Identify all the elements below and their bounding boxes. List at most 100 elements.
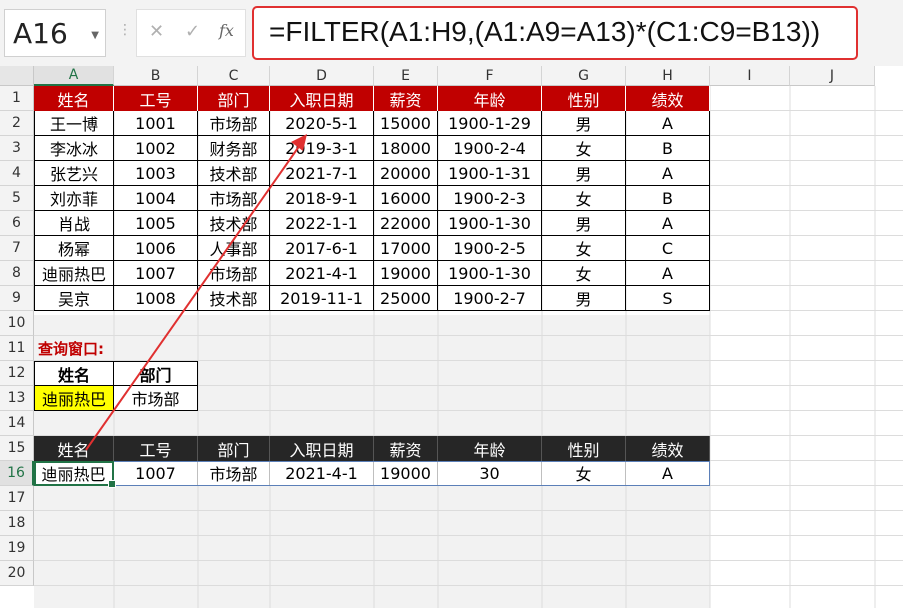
result-header-cell[interactable]: 年龄 — [438, 436, 542, 461]
table-cell[interactable]: 1007 — [114, 261, 198, 286]
column-header-d[interactable]: D — [270, 66, 374, 86]
table-header-cell[interactable]: 性别 — [542, 86, 626, 111]
table-header-cell[interactable]: 年龄 — [438, 86, 542, 111]
query-window-title[interactable]: 查询窗口: — [34, 336, 194, 361]
table-cell[interactable]: 女 — [542, 261, 626, 286]
result-cell[interactable]: 19000 — [374, 461, 438, 486]
table-header-cell[interactable]: 绩效 — [626, 86, 710, 111]
row-header-9[interactable]: 9 — [0, 286, 34, 311]
table-cell[interactable]: 男 — [542, 286, 626, 311]
table-cell[interactable]: 2021-7-1 — [270, 161, 374, 186]
table-cell[interactable]: 刘亦菲 — [34, 186, 114, 211]
table-cell[interactable]: 1900-2-7 — [438, 286, 542, 311]
table-cell[interactable]: 18000 — [374, 136, 438, 161]
query-label[interactable]: 姓名 — [34, 361, 114, 386]
cancel-icon[interactable]: ✕ — [149, 21, 164, 42]
table-cell[interactable]: 1002 — [114, 136, 198, 161]
table-cell[interactable]: 2019-3-1 — [270, 136, 374, 161]
row-header-7[interactable]: 7 — [0, 236, 34, 261]
row-header-11[interactable]: 11 — [0, 336, 34, 361]
table-cell[interactable]: 2021-4-1 — [270, 261, 374, 286]
table-cell[interactable]: 财务部 — [198, 136, 270, 161]
table-cell[interactable]: 吴京 — [34, 286, 114, 311]
table-cell[interactable]: 肖战 — [34, 211, 114, 236]
table-cell[interactable]: C — [626, 236, 710, 261]
column-header-b[interactable]: B — [114, 66, 198, 86]
spreadsheet-grid[interactable]: A B C D E F G H I J 1 2 3 4 5 6 7 8 9 10 11 12 13 14 15 16 17 18 19 2… — [0, 66, 903, 608]
query-value[interactable]: 迪丽热巴 — [34, 386, 114, 411]
enter-icon[interactable]: ✓ — [185, 21, 200, 42]
table-header-cell[interactable]: 姓名 — [34, 86, 114, 111]
table-cell[interactable]: B — [626, 186, 710, 211]
fill-handle[interactable] — [108, 480, 116, 488]
table-cell[interactable]: 16000 — [374, 186, 438, 211]
chevron-down-icon[interactable]: ▼ — [91, 30, 99, 41]
table-cell[interactable]: 技术部 — [198, 161, 270, 186]
table-cell[interactable]: A — [626, 161, 710, 186]
result-header-cell[interactable]: 薪资 — [374, 436, 438, 461]
result-header-cell[interactable]: 工号 — [114, 436, 198, 461]
table-cell[interactable]: 女 — [542, 236, 626, 261]
table-cell[interactable]: 1006 — [114, 236, 198, 261]
row-header-8[interactable]: 8 — [0, 261, 34, 286]
table-header-cell[interactable]: 部门 — [198, 86, 270, 111]
row-header-16[interactable]: 16 — [0, 461, 34, 486]
table-cell[interactable]: S — [626, 286, 710, 311]
table-cell[interactable]: 市场部 — [198, 186, 270, 211]
row-header-14[interactable]: 14 — [0, 411, 34, 436]
query-value[interactable]: 市场部 — [114, 386, 198, 411]
table-cell[interactable]: 人事部 — [198, 236, 270, 261]
row-header-12[interactable]: 12 — [0, 361, 34, 386]
select-all-corner[interactable] — [0, 66, 34, 86]
drag-handle-icon[interactable]: ⋮ — [118, 22, 132, 38]
row-header-6[interactable]: 6 — [0, 211, 34, 236]
table-cell[interactable]: 女 — [542, 136, 626, 161]
result-cell[interactable]: 1007 — [114, 461, 198, 486]
table-cell[interactable]: 技术部 — [198, 211, 270, 236]
insert-function-icon[interactable]: fx — [219, 21, 234, 40]
table-cell[interactable]: 1900-1-31 — [438, 161, 542, 186]
column-header-e[interactable]: E — [374, 66, 438, 86]
row-header-1[interactable]: 1 — [0, 86, 34, 111]
column-header-c[interactable]: C — [198, 66, 270, 86]
table-cell[interactable]: 男 — [542, 111, 626, 136]
formula-input[interactable]: =FILTER(A1:H9,(A1:A9=A13)*(C1:C9=B13)) — [252, 6, 858, 60]
result-cell[interactable]: 2021-4-1 — [270, 461, 374, 486]
table-cell[interactable]: B — [626, 136, 710, 161]
table-cell[interactable]: 1900-1-29 — [438, 111, 542, 136]
result-cell[interactable]: 市场部 — [198, 461, 270, 486]
result-header-cell[interactable]: 部门 — [198, 436, 270, 461]
name-box[interactable]: A16 ▼ — [4, 9, 106, 57]
row-header-19[interactable]: 19 — [0, 536, 34, 561]
table-cell[interactable]: 市场部 — [198, 111, 270, 136]
table-cell[interactable]: 2017-6-1 — [270, 236, 374, 261]
table-cell[interactable]: 1005 — [114, 211, 198, 236]
table-cell[interactable]: 1900-2-5 — [438, 236, 542, 261]
active-cell-selection[interactable] — [34, 461, 116, 488]
row-header-18[interactable]: 18 — [0, 511, 34, 536]
table-cell[interactable]: 杨幂 — [34, 236, 114, 261]
column-header-g[interactable]: G — [542, 66, 626, 86]
table-header-cell[interactable]: 工号 — [114, 86, 198, 111]
table-cell[interactable]: 1900-1-30 — [438, 261, 542, 286]
row-header-5[interactable]: 5 — [0, 186, 34, 211]
table-cell[interactable]: 市场部 — [198, 261, 270, 286]
query-label[interactable]: 部门 — [114, 361, 198, 386]
table-cell[interactable]: 15000 — [374, 111, 438, 136]
table-cell[interactable]: 2022-1-1 — [270, 211, 374, 236]
result-cell[interactable]: A — [626, 461, 710, 486]
table-cell[interactable]: 1900-2-4 — [438, 136, 542, 161]
table-header-cell[interactable]: 薪资 — [374, 86, 438, 111]
row-header-20[interactable]: 20 — [0, 561, 34, 586]
table-cell[interactable]: 19000 — [374, 261, 438, 286]
row-header-10[interactable]: 10 — [0, 311, 34, 336]
table-cell[interactable]: A — [626, 261, 710, 286]
result-header-cell[interactable]: 姓名 — [34, 436, 114, 461]
table-cell[interactable]: 1003 — [114, 161, 198, 186]
result-header-cell[interactable]: 入职日期 — [270, 436, 374, 461]
row-header-17[interactable]: 17 — [0, 486, 34, 511]
result-header-cell[interactable]: 绩效 — [626, 436, 710, 461]
row-header-4[interactable]: 4 — [0, 161, 34, 186]
column-header-i[interactable]: I — [710, 66, 790, 86]
column-header-j[interactable]: J — [790, 66, 875, 86]
